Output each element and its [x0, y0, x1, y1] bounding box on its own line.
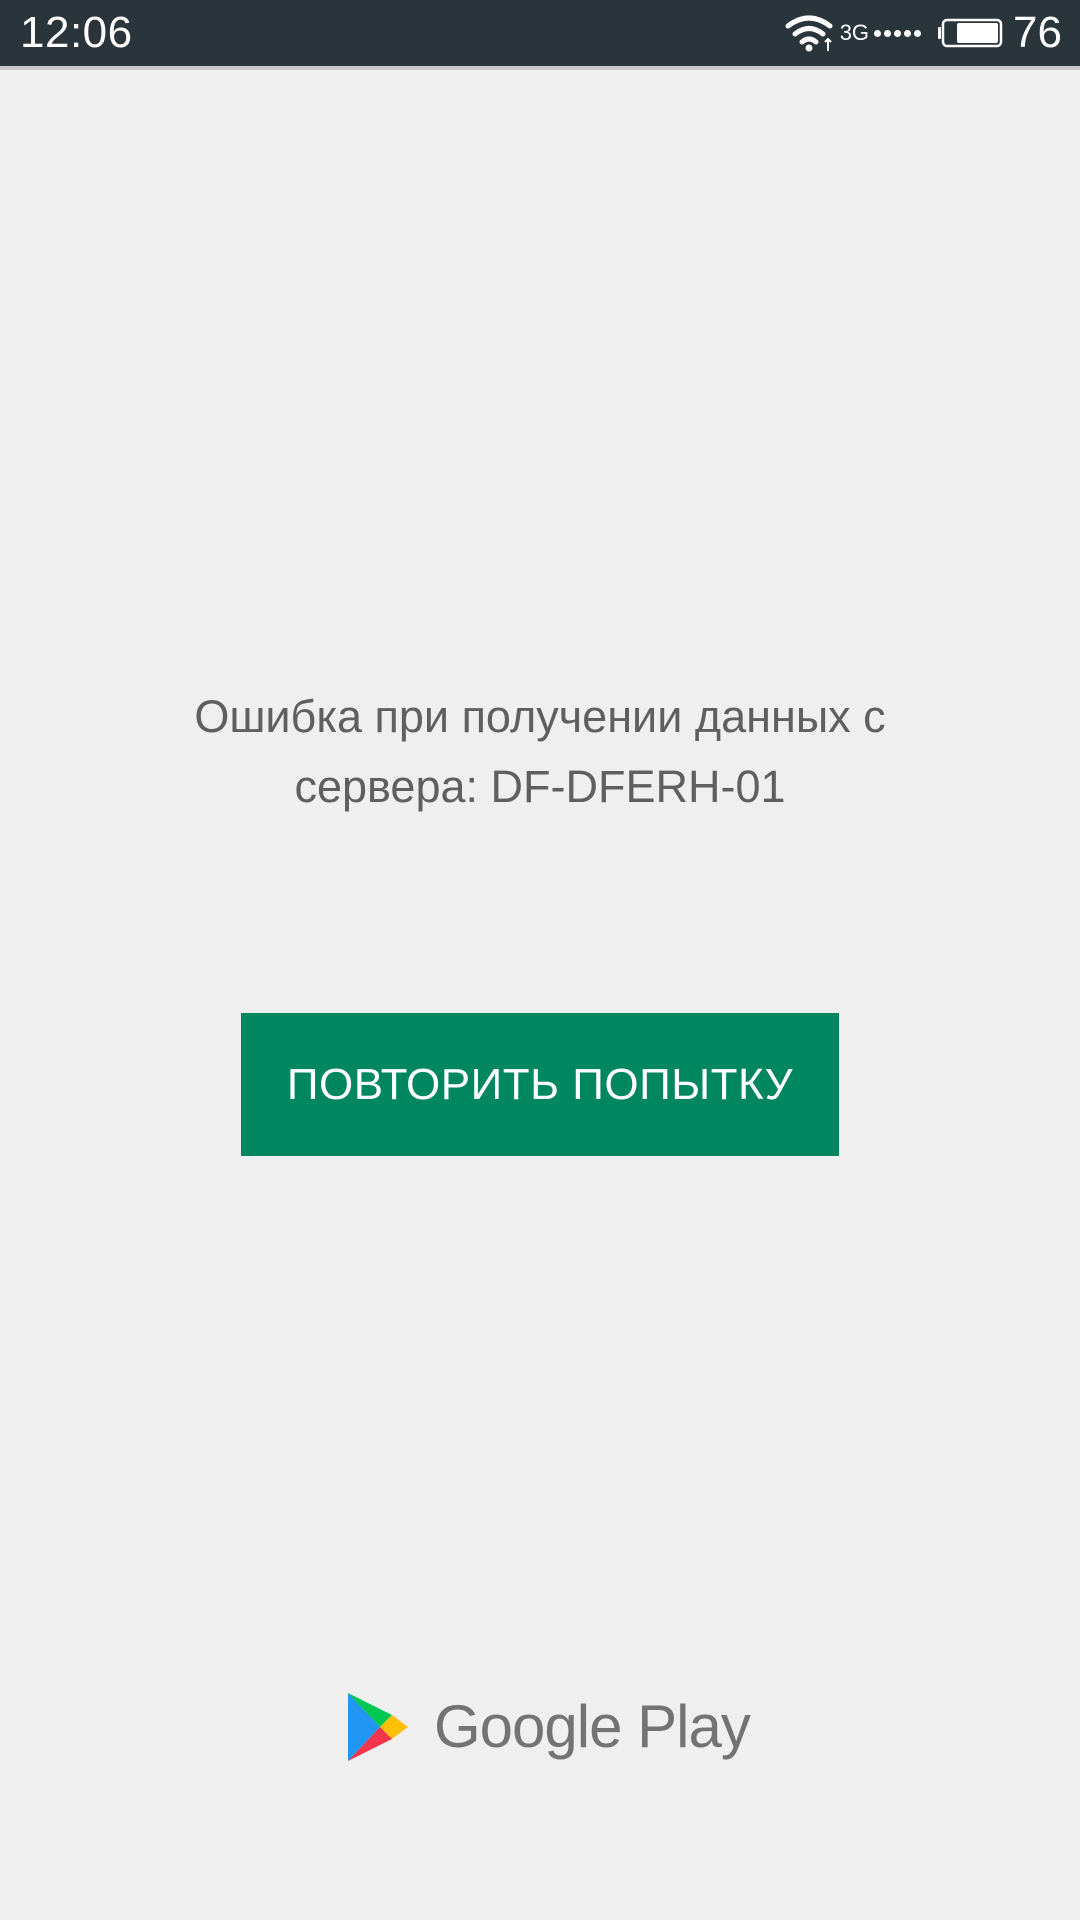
wifi-icon [785, 15, 833, 52]
retry-button[interactable]: ПОВТОРИТЬ ПОПЫТКУ [241, 1013, 839, 1156]
signal-strength-icon [871, 29, 922, 37]
status-indicators: 3G 76 [784, 8, 1062, 58]
google-play-wordmark: Google Play [434, 1693, 751, 1760]
status-bar: 12:06 3G 76 [0, 0, 1080, 66]
google-play-icon [348, 1693, 408, 1761]
battery-icon [938, 18, 1003, 48]
screen: 12:06 3G 76 Ошибка при получении данных … [0, 0, 1080, 1920]
network-type-label: 3G [839, 20, 870, 45]
google-play-logo: Google Play [346, 1690, 751, 1764]
battery-level: 76 [1013, 8, 1062, 57]
status-bar-divider [0, 66, 1080, 70]
status-time: 12:06 [20, 8, 133, 57]
error-message: Ошибка при получении данных с сервера: D… [194, 691, 886, 812]
